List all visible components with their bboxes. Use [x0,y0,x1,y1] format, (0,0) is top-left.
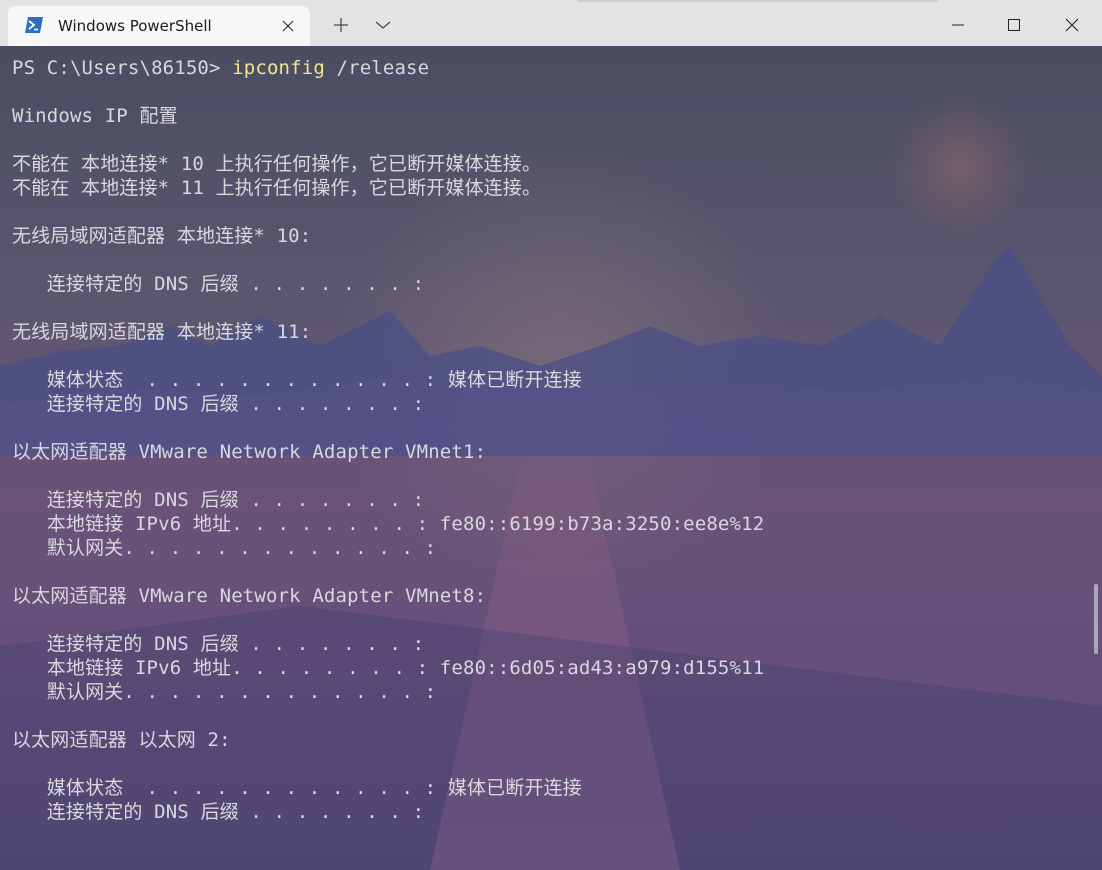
tab-powershell[interactable]: Windows PowerShell [8,6,310,46]
output-line: 连接特定的 DNS 后缀 . . . . . . . : [12,489,425,511]
output-line: 以太网适配器 VMware Network Adapter VMnet8: [12,585,487,607]
maximize-button[interactable] [986,6,1042,44]
output-line: Windows IP 配置 [12,105,178,127]
prompt-line: PS C:\Users\86150> ipconfig /release [12,56,1082,80]
output-line: 本地链接 IPv6 地址. . . . . . . . : fe80::6199… [12,513,765,535]
output-line: 连接特定的 DNS 后缀 . . . . . . . : [12,393,425,415]
terminal-lines: PS C:\Users\86150> ipconfig /release Win… [12,56,1082,824]
terminal-output[interactable]: PS C:\Users\86150> ipconfig /release Win… [0,46,1102,870]
command: ipconfig [232,57,325,79]
output-line: 无线局域网适配器 本地连接* 11: [12,321,312,343]
plus-icon [334,18,348,32]
output-line: 无线局域网适配器 本地连接* 10: [12,225,312,247]
prompt: PS C:\Users\86150> [12,57,233,79]
output-line: 默认网关. . . . . . . . . . . . . : [12,681,437,703]
title-bar-edge [578,0,938,2]
terminal-window: Windows PowerShell PS C:\Users\86150> ip… [0,0,1102,870]
output-line: 本地链接 IPv6 地址. . . . . . . . : fe80::6d05… [12,657,765,679]
output-line: 以太网适配器 VMware Network Adapter VMnet1: [12,441,487,463]
minimize-button[interactable] [930,6,986,44]
chevron-down-icon [375,21,391,29]
output-line: 不能在 本地连接* 11 上执行任何操作，它已断开媒体连接。 [12,177,542,199]
command-args: /release [324,57,430,79]
output-line: 媒体状态 . . . . . . . . . . . . : 媒体已断开连接 [12,777,582,799]
new-tab-button[interactable] [320,6,362,44]
scrollbar-thumb[interactable] [1094,584,1098,654]
maximize-icon [1008,19,1020,31]
minimize-icon [952,24,964,26]
close-button[interactable] [1044,6,1100,44]
output-line: 媒体状态 . . . . . . . . . . . . : 媒体已断开连接 [12,369,582,391]
tab-title: Windows PowerShell [58,17,212,35]
tab-dropdown-button[interactable] [362,6,404,44]
output-line: 默认网关. . . . . . . . . . . . . : [12,537,437,559]
output-line: 连接特定的 DNS 后缀 . . . . . . . : [12,273,425,295]
output-line: 以太网适配器 以太网 2: [12,729,231,751]
powershell-icon [25,17,43,33]
output-line: 连接特定的 DNS 后缀 . . . . . . . : [12,801,425,823]
output-line: 连接特定的 DNS 后缀 . . . . . . . : [12,633,425,655]
close-icon [1065,18,1079,32]
title-bar[interactable]: Windows PowerShell [0,0,1102,46]
tab-close-icon[interactable] [279,17,297,35]
output-line: 不能在 本地连接* 10 上执行任何操作，它已断开媒体连接。 [12,153,542,175]
